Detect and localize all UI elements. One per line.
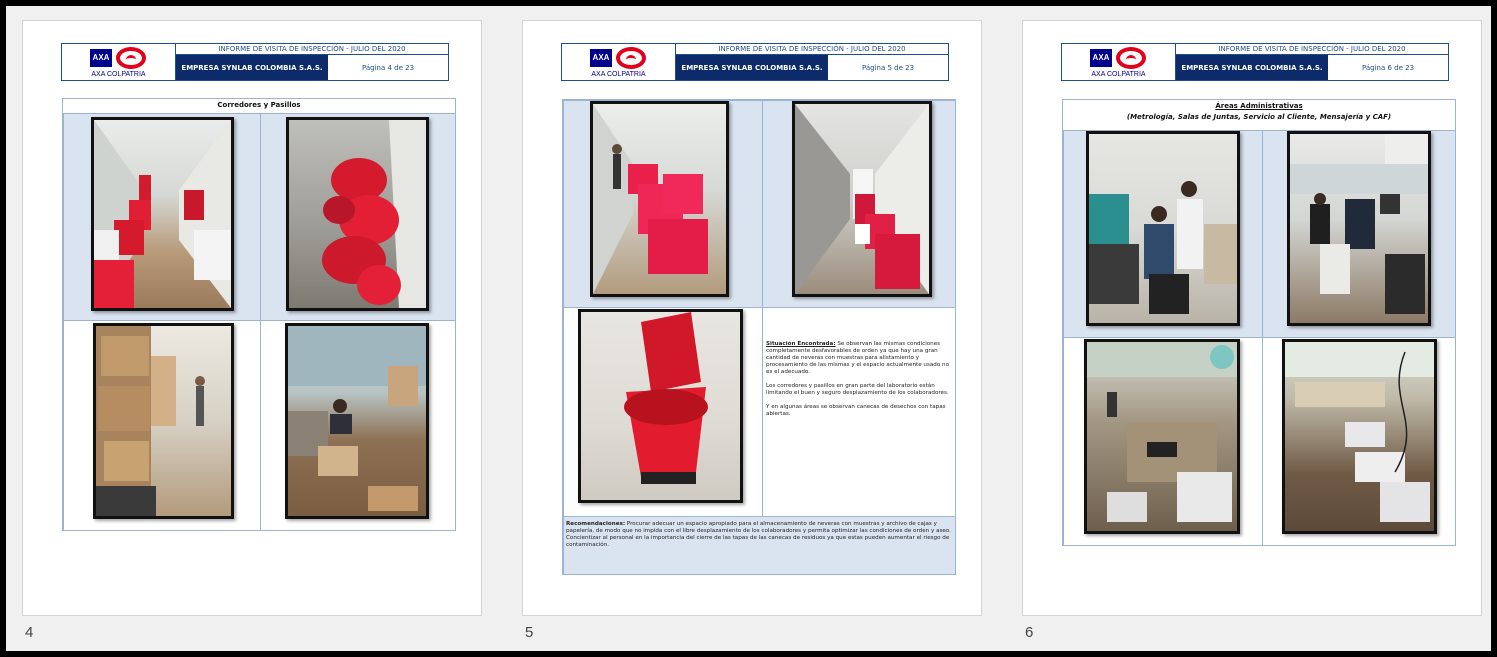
office-desks-photo xyxy=(1287,131,1431,326)
company-name: EMPRESA SYNLAB COLOMBIA S.A.S. xyxy=(676,55,828,80)
red-waste-bin-photo xyxy=(578,309,743,503)
situation-text-2: Los corredores y pasillos en gran parte … xyxy=(766,383,949,396)
colpatria-swirl-icon xyxy=(1116,47,1146,69)
company-name: EMPRESA SYNLAB COLOMBIA S.A.S. xyxy=(176,55,328,80)
section-title: Áreas Administrativas xyxy=(1215,102,1303,110)
paper-stacks-photo xyxy=(1282,339,1437,534)
report-title: INFORME DE VISITA DE INSPECCIÓN - JULIO … xyxy=(176,44,448,55)
page-4[interactable]: AXA AXA COLPATRIA INFORME DE VISITA DE I… xyxy=(22,20,482,616)
axa-colpatria-logo: AXA AXA COLPATRIA xyxy=(62,44,176,80)
page-label: Página 6 de 23 xyxy=(1361,63,1415,72)
report-title: INFORME DE VISITA DE INSPECCIÓN - JULIO … xyxy=(1176,44,1448,55)
axa-colpatria-logo: AXA AXA COLPATRIA xyxy=(562,44,676,80)
axa-logo-icon: AXA xyxy=(1090,49,1112,67)
recommendations-note: Recomendaciones: Procurar adecuar un esp… xyxy=(566,521,952,549)
report-header: AXA AXA COLPATRIA INFORME DE VISITA DE I… xyxy=(61,43,449,81)
page-slot-4: AXA AXA COLPATRIA INFORME DE VISITA DE I… xyxy=(6,6,486,651)
logo-text: AXA COLPATRIA xyxy=(591,71,646,78)
cluttered-desk-photo xyxy=(1084,339,1240,534)
section-subtitle: (Metrología, Salas de Juntas, Servicio a… xyxy=(1126,113,1392,121)
corridor-red-coolers-photo xyxy=(590,101,729,297)
page-slot-6: AXA AXA COLPATRIA INFORME DE VISITA DE I… xyxy=(1006,6,1486,651)
report-header: AXA AXA COLPATRIA INFORME DE VISITA DE I… xyxy=(561,43,949,81)
corridor-red-bags-photo xyxy=(91,117,234,311)
page-number-label: 6 xyxy=(1025,624,1034,641)
situation-text-3: Y en algunas áreas se observan canecas d… xyxy=(766,404,946,417)
page-label: Página 5 de 23 xyxy=(861,63,915,72)
company-name: EMPRESA SYNLAB COLOMBIA S.A.S. xyxy=(1176,55,1328,80)
corridor-boxes-photo xyxy=(93,323,234,519)
page-6[interactable]: AXA AXA COLPATRIA INFORME DE VISITA DE I… xyxy=(1022,20,1482,616)
colpatria-swirl-icon xyxy=(616,47,646,69)
office-staff-photo xyxy=(1086,131,1240,326)
axa-colpatria-logo: AXA AXA COLPATRIA xyxy=(1062,44,1176,80)
hallway-coolers-photo xyxy=(792,101,932,297)
page-number-label: 5 xyxy=(525,624,534,641)
axa-logo-icon: AXA xyxy=(590,49,612,67)
office-worker-boxes-photo xyxy=(285,323,429,519)
logo-text: AXA COLPATRIA xyxy=(1091,71,1146,78)
page-number-label: 4 xyxy=(25,624,34,641)
page-5[interactable]: AXA AXA COLPATRIA INFORME DE VISITA DE I… xyxy=(522,20,982,616)
recommendation-label: Recomendaciones: xyxy=(566,521,626,527)
document-viewer: AXA AXA COLPATRIA INFORME DE VISITA DE I… xyxy=(6,6,1491,651)
section-title: Corredores y Pasillos xyxy=(217,101,301,109)
situation-note: Situación Encontrada: Se observan las mi… xyxy=(766,341,956,418)
situation-label: Situación Encontrada: xyxy=(766,341,836,347)
red-bags-stack-photo xyxy=(286,117,429,311)
axa-logo-icon: AXA xyxy=(90,49,112,67)
page-label: Página 4 de 23 xyxy=(361,63,415,72)
report-header: AXA AXA COLPATRIA INFORME DE VISITA DE I… xyxy=(1061,43,1449,81)
logo-text: AXA COLPATRIA xyxy=(91,71,146,78)
report-title: INFORME DE VISITA DE INSPECCIÓN - JULIO … xyxy=(676,44,948,55)
colpatria-swirl-icon xyxy=(116,47,146,69)
page-slot-5: AXA AXA COLPATRIA INFORME DE VISITA DE I… xyxy=(506,6,986,651)
